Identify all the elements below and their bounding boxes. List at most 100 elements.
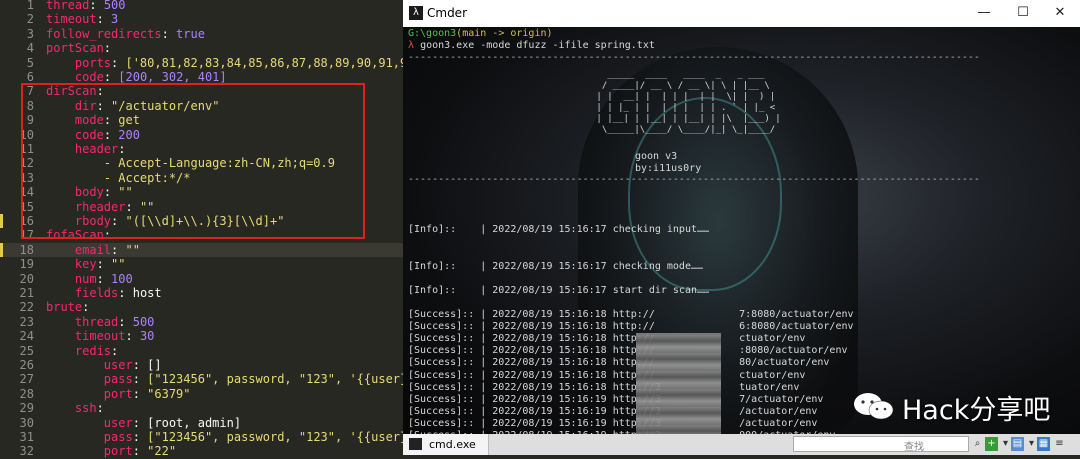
line-number: 31 (19, 430, 34, 444)
success-line: [Success]:: | 2022/08/19 15:16:18 http:/… (408, 357, 830, 369)
yaml-value: "22" (147, 444, 177, 459)
yaml-key: ports (74, 55, 112, 70)
yaml-key: fields (74, 286, 119, 300)
yaml-key: thread (46, 0, 90, 12)
gutter-marker (0, 242, 3, 258)
line-number: 26 (19, 358, 34, 372)
gutter-marker (0, 214, 3, 229)
yaml-value: [200, 302, 401] (118, 70, 227, 84)
yaml-key: thread (74, 314, 119, 329)
yaml-value: ["123456", password, "123", '{{user}}', (147, 430, 429, 444)
yaml-key: user (103, 415, 133, 430)
yaml-key: key (74, 257, 97, 272)
yaml-key: follow_redirects (46, 26, 162, 41)
yaml-value: true (176, 26, 205, 41)
line-number: 4 (26, 41, 34, 56)
yaml-value: ["123456", password, "123", '{{user}}', (147, 372, 429, 387)
close-button[interactable]: ✕ (1044, 3, 1076, 23)
pixelated-redaction (636, 333, 721, 434)
yaml-key: code (74, 70, 104, 84)
tool-name: goon v3 (635, 151, 678, 162)
line-number: 1 (26, 0, 34, 12)
yaml-key: port (103, 444, 133, 459)
success-line: [Success]:: | 2022/08/19 15:16:19 http:/… (408, 393, 824, 405)
yaml-key: timeout (46, 12, 97, 27)
line-number: 21 (19, 286, 34, 300)
yaml-value: [] (147, 358, 162, 372)
yaml-value: 100 (111, 271, 133, 286)
tab-bar[interactable]: cmd.exe 查找 ⌕ + ▾ ▤ ▾ ▦ ≡ (403, 434, 1080, 455)
yaml-key: timeout (74, 329, 126, 344)
line-number: 30 (19, 415, 34, 430)
success-line: [Success]:: | 2022/08/19 15:16:18 http:/… (408, 369, 806, 381)
yaml-value: 500 (132, 314, 155, 329)
yaml-value: "6379" (147, 386, 191, 401)
yaml-key: email (74, 242, 112, 257)
search-icon[interactable]: ⌕ (971, 437, 984, 451)
line-number: 2 (26, 12, 34, 27)
success-line: [Success]:: | 2022/08/19 15:16:18 http:/… (408, 345, 848, 357)
line-number: 5 (26, 55, 34, 70)
success-line: [Success]:: | 2022/08/19 15:16:19 http:/… (408, 417, 818, 429)
yaml-key: pass (103, 372, 133, 387)
yaml-key: redis (74, 343, 112, 358)
add-tab-icon[interactable]: + (985, 437, 998, 451)
yaml-key: ssh (74, 401, 97, 416)
line-number: 27 (19, 372, 34, 387)
yaml-value: 500 (103, 0, 126, 12)
yaml-key: num (74, 271, 97, 286)
yaml-value: [root, admin] (147, 415, 242, 430)
line-number: 28 (19, 386, 34, 401)
line-number: 18 (19, 242, 34, 257)
yaml-key: port (103, 386, 133, 401)
separator-top: ----------------------------------------… (408, 52, 980, 63)
command-line: λ goon3.exe -mode dfuzz -ifile spring.tx… (408, 40, 655, 51)
yaml-value: 30 (139, 329, 155, 344)
title-bar[interactable]: λ Cmder — ☐ ✕ (403, 0, 1080, 27)
terminal-output[interactable]: G:\goon3(main -> origin) λ goon3.exe -mo… (403, 27, 1080, 434)
minimize-button[interactable]: — (968, 3, 1000, 23)
success-line: [Success]:: | 2022/08/19 15:16:18 http:/… (408, 381, 800, 393)
info-line: [Info]:: | 2022/08/19 15:16:17 start dir… (408, 285, 710, 296)
search-input[interactable]: 查找 (793, 436, 969, 453)
highlight-box (21, 83, 365, 239)
success-line: [Success]:: | 2022/08/19 15:16:19 http:/… (408, 405, 818, 417)
info-line: [Info]:: | 2022/08/19 15:16:17 checking … (408, 224, 710, 235)
success-line: [Success]:: | 2022/08/19 15:16:18 http:/… (408, 321, 854, 333)
yaml-value: 3 (111, 12, 119, 27)
watermark-text: Hack分享吧 (902, 395, 1051, 426)
separator-bottom: ----------------------------------------… (408, 174, 980, 185)
wechat-icon (854, 393, 894, 420)
terminal-icon (409, 438, 422, 450)
prompt-line: G:\goon3(main -> origin) (408, 28, 553, 39)
yaml-value: ['80,81,82,83,84,85,86,87,88,89,90,91,92… (125, 55, 429, 70)
line-number: 3 (26, 26, 34, 41)
yaml-key: pass (103, 430, 133, 444)
line-number: 29 (19, 401, 34, 416)
panes-icon[interactable]: ▦ (1037, 437, 1050, 451)
line-number: 23 (19, 314, 34, 329)
line-number: 19 (19, 257, 34, 272)
yaml-value: "" (111, 257, 126, 272)
success-line: [Success]:: | 2022/08/19 15:16:18 http:/… (408, 309, 854, 320)
window-title: Cmder (427, 6, 468, 20)
split-icon[interactable]: ▤ (1011, 437, 1024, 451)
banner-line: \_____|\____/ \____/|_| \_|____/ (591, 125, 776, 135)
yaml-key: user (103, 358, 133, 372)
success-line: [Success]:: | 2022/08/19 15:16:18 http:/… (408, 333, 806, 345)
info-line: [Info]:: | 2022/08/19 15:16:17 checking … (408, 261, 704, 272)
menu-icon[interactable]: ≡ (1053, 437, 1066, 451)
yaml-value: "" (125, 242, 140, 257)
line-number: 22 (19, 300, 34, 315)
line-number: 25 (19, 343, 34, 358)
yaml-key: brute (46, 300, 83, 315)
line-number: 20 (19, 271, 34, 286)
yaml-value: host (132, 286, 162, 300)
line-number: 24 (19, 329, 34, 344)
cmder-window[interactable]: λ Cmder — ☐ ✕ G:\goon3(main -> origin) λ… (403, 0, 1080, 455)
maximize-button[interactable]: ☐ (1007, 3, 1039, 23)
yaml-key: portScan (46, 41, 104, 56)
line-number: 32 (19, 444, 34, 459)
tab-cmd[interactable]: cmd.exe (403, 434, 489, 455)
cmder-logo-icon: λ (409, 6, 423, 20)
